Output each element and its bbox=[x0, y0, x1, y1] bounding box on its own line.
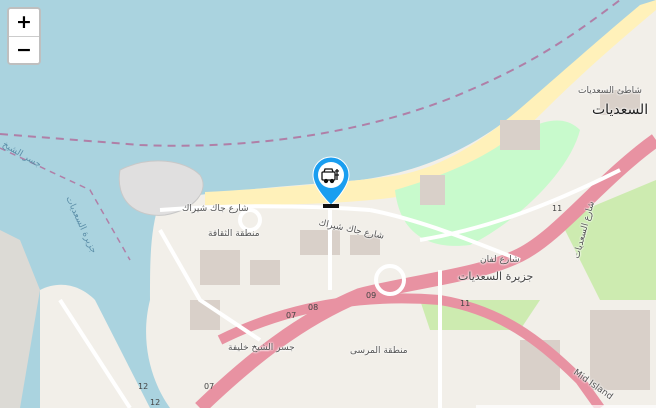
route-shield: 09 bbox=[366, 291, 377, 300]
zoom-control: + − bbox=[7, 7, 41, 65]
route-shield: 12 bbox=[150, 398, 161, 407]
route-shield: 11 bbox=[552, 204, 563, 213]
zoom-in-button[interactable]: + bbox=[9, 9, 39, 36]
map-canvas[interactable]: شاطئ السعديات السعديات جزيرة السعديات من… bbox=[0, 0, 656, 408]
route-shield: 07 bbox=[286, 311, 297, 320]
culture-zone-label: منطقة الثقافة bbox=[208, 229, 260, 239]
bridge-label: جسر الشيخ خليفة bbox=[228, 343, 295, 353]
street-top-label: شارع جاك شيراك bbox=[182, 204, 249, 214]
route-shield: 08 bbox=[308, 303, 319, 312]
route-shield: 07 bbox=[204, 382, 215, 391]
route-shield: 11 bbox=[460, 299, 471, 308]
beach-name-label: شاطئ السعديات bbox=[578, 86, 642, 96]
island-name-mid-label: جزيرة السعديات bbox=[458, 270, 534, 283]
zoom-out-button[interactable]: − bbox=[9, 36, 39, 63]
location-marker[interactable] bbox=[311, 155, 351, 209]
island-name-top-label: السعديات bbox=[592, 102, 649, 118]
marina-zone-label: منطقة المرسى bbox=[350, 346, 408, 356]
street-east-label: شارع لفان bbox=[480, 255, 520, 265]
route-shield: 12 bbox=[138, 382, 149, 391]
